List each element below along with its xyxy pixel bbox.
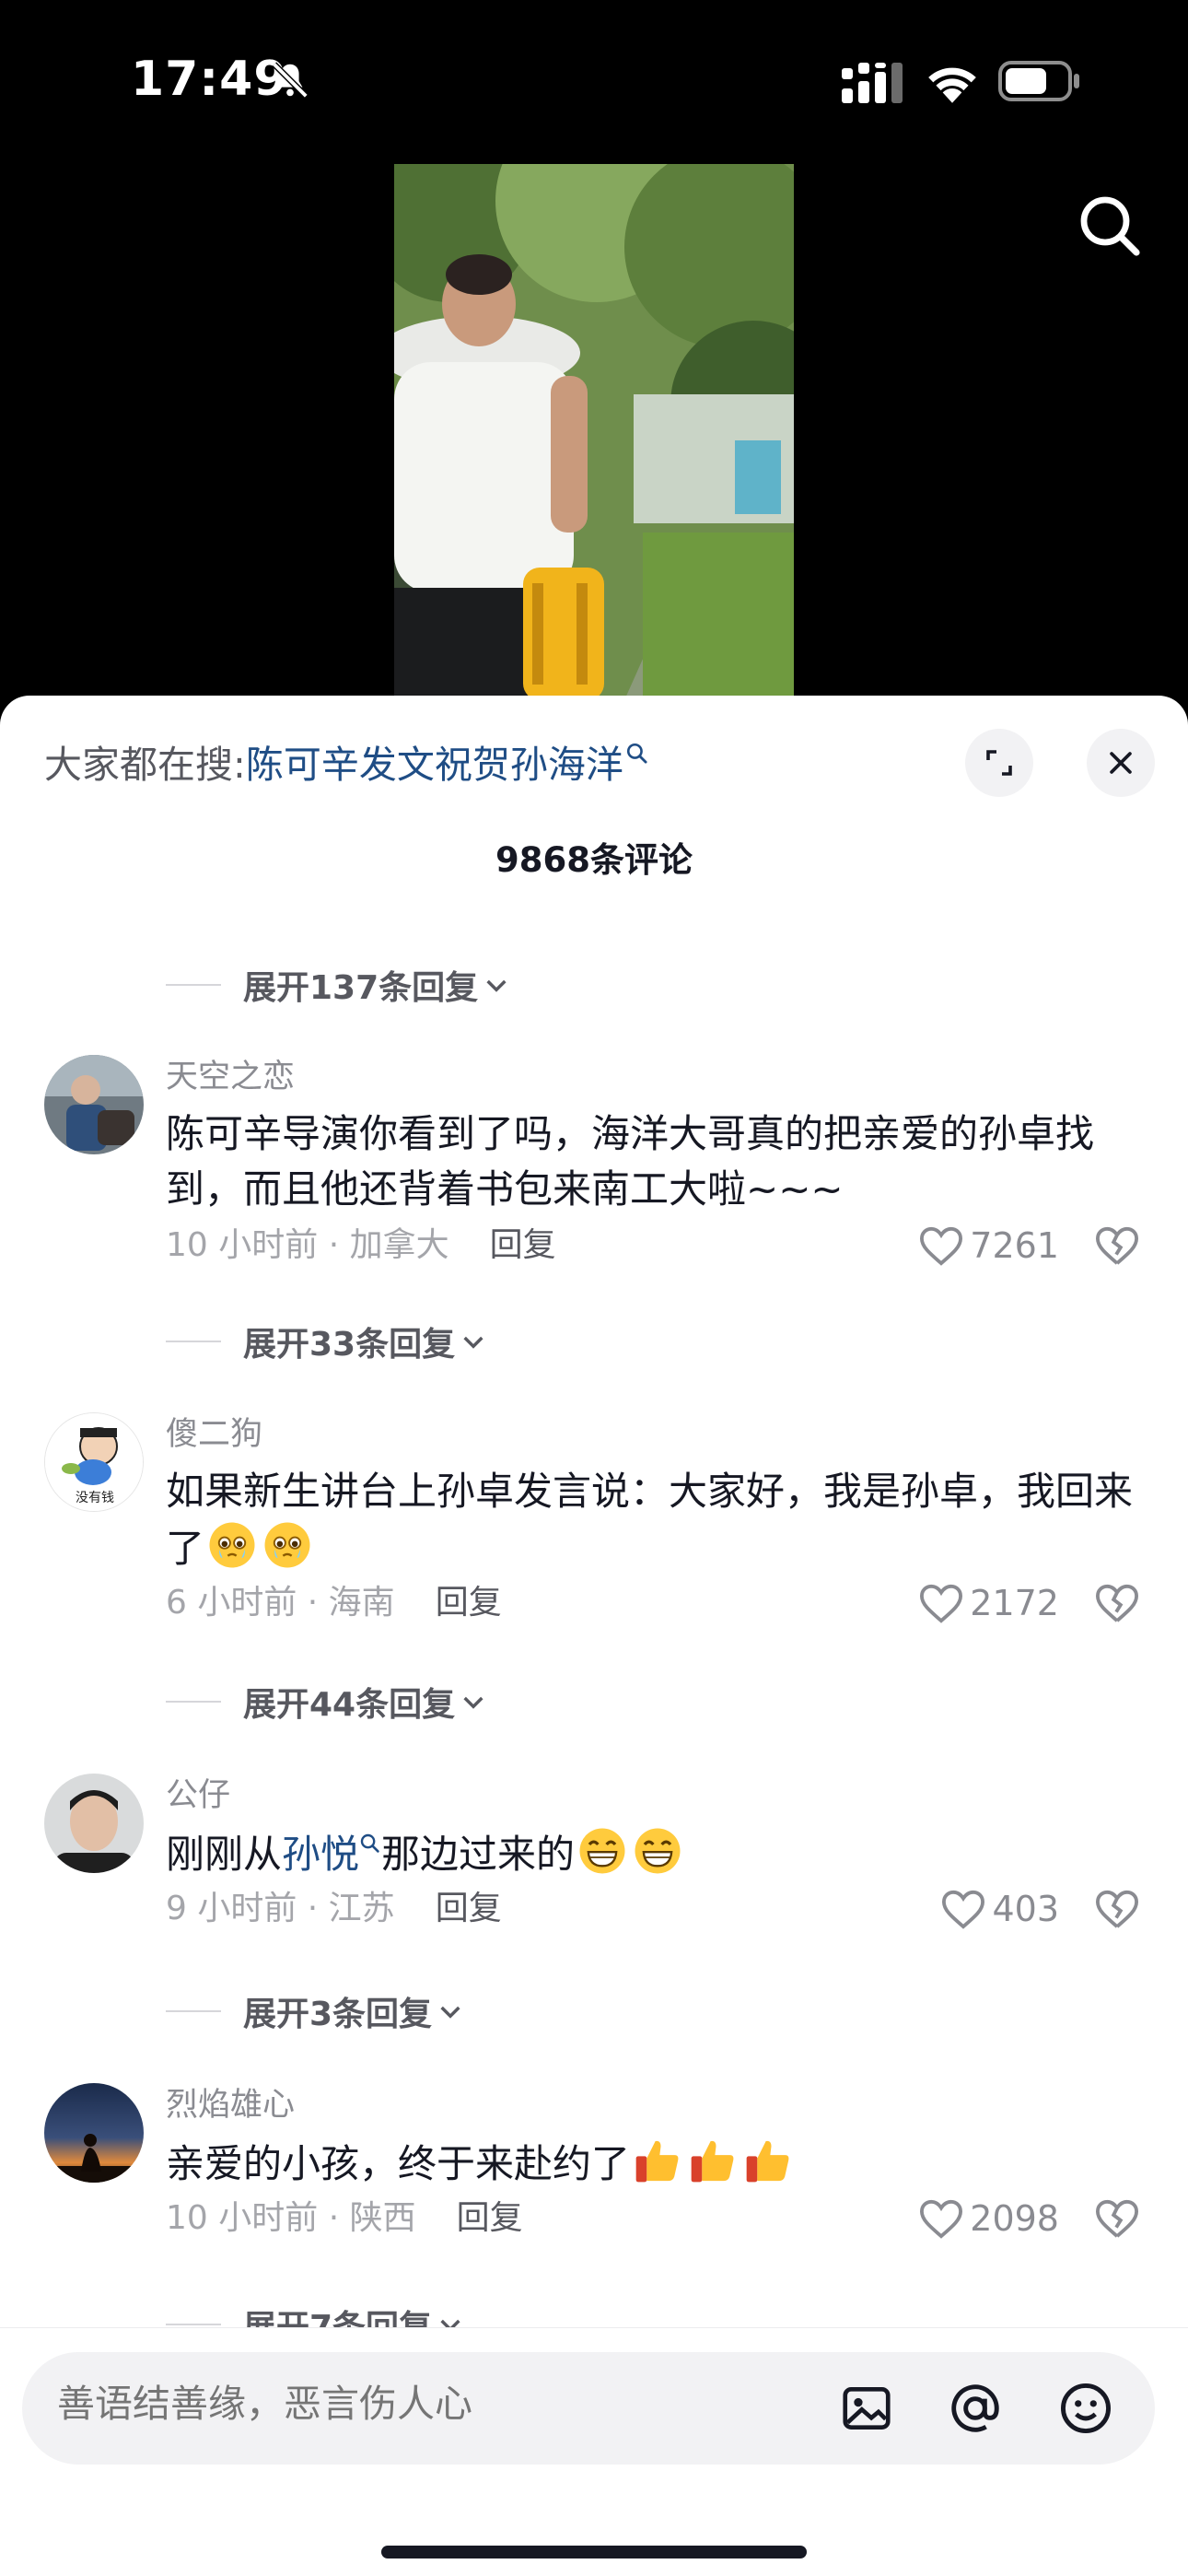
divider (166, 2010, 221, 2012)
wifi-icon (928, 67, 976, 103)
like-button[interactable]: 2172 (918, 1580, 1059, 1626)
chevron-down-icon (486, 979, 507, 992)
comment-username[interactable]: 公仔 (166, 1774, 230, 1818)
hot-search-banner[interactable]: 大家都在搜:陈可辛发文祝贺孙海洋 (44, 738, 649, 791)
reply-button[interactable]: 回复 (436, 1584, 502, 1622)
like-button[interactable]: 403 (940, 1886, 1059, 1932)
comment-input-container[interactable] (22, 2352, 1155, 2465)
comment-text: 如果新生讲台上孙卓发言说：大家好，我是孙卓，我回来了 (166, 1464, 1142, 1576)
comment-text-before: 刚刚从 (166, 1832, 283, 1877)
divider (166, 984, 221, 986)
at-icon[interactable] (947, 2380, 1004, 2437)
comment-text-after: 那边过来的 (381, 1832, 576, 1877)
avatar[interactable] (44, 2083, 144, 2183)
comment-meta: 6 小时前 · 海南 回复 (166, 1580, 502, 1626)
reply-button[interactable]: 回复 (457, 2199, 523, 2237)
like-count: 403 (992, 1889, 1059, 1929)
expand-replies-label: 展开3条回复 (243, 1996, 433, 2033)
close-icon (1110, 752, 1132, 774)
expand-icon (986, 750, 1012, 776)
avatar[interactable]: 没有钱 (44, 1412, 144, 1512)
reply-button[interactable]: 回复 (490, 1226, 556, 1264)
comment-time-location: 6 小时前 · 海南 (166, 1584, 395, 1622)
home-indicator (381, 2546, 807, 2558)
video-frame[interactable] (394, 164, 794, 700)
grin-emoji (635, 1828, 681, 1874)
heart-icon (920, 1584, 963, 1623)
comment-meta: 10 小时前 · 加拿大 回复 (166, 1223, 556, 1269)
expand-button[interactable] (965, 729, 1033, 797)
image-icon[interactable] (838, 2380, 895, 2437)
like-button[interactable]: 2098 (918, 2195, 1059, 2242)
battery-icon (998, 61, 1079, 101)
broken-heart-icon[interactable] (1094, 1888, 1140, 1930)
expand-replies-label: 展开137条回复 (243, 969, 479, 1007)
emoji-icon[interactable] (1057, 2380, 1114, 2437)
comment-meta: 9 小时前 · 江苏 回复 (166, 1886, 502, 1932)
expand-replies-button[interactable]: 展开44条回复 (166, 1676, 488, 1727)
signal-icon (842, 63, 903, 103)
broken-heart-icon[interactable] (1094, 2197, 1140, 2240)
chevron-down-icon (440, 2006, 460, 2019)
comment-text: 亲爱的小孩，终于来赴约了 (166, 2135, 1142, 2192)
search-icon (626, 743, 647, 764)
heart-icon (920, 1226, 963, 1266)
teary-eyes-emoji (209, 1522, 255, 1568)
reply-button[interactable]: 回复 (436, 1890, 502, 1927)
search-link[interactable]: 孙悦 (282, 1832, 359, 1877)
status-time: 17:49 (131, 52, 288, 107)
comment-time-location: 10 小时前 · 加拿大 (166, 1226, 449, 1264)
expand-replies-button[interactable]: 展开33条回复 (166, 1316, 488, 1367)
comment-text: 陈可辛导演你看到了吗，海洋大哥真的把亲爱的孙卓找到，而且他还背着书包来南工大啦~… (166, 1111, 1095, 1212)
expand-replies-button[interactable]: 展开137条回复 (166, 959, 511, 1011)
divider (166, 2324, 221, 2325)
video-player[interactable] (0, 157, 1188, 700)
avatar[interactable] (44, 1774, 144, 1873)
comment-username[interactable]: 天空之恋 (166, 1055, 295, 1099)
comment-meta: 10 小时前 · 陕西 回复 (166, 2195, 523, 2242)
comment-input[interactable] (57, 2382, 794, 2426)
grin-emoji (579, 1828, 625, 1874)
expand-replies-label: 展开33条回复 (243, 1326, 456, 1364)
expand-replies-button[interactable]: 展开3条回复 (166, 1985, 465, 2037)
heart-icon (920, 2199, 963, 2239)
broken-heart-icon[interactable] (1094, 1224, 1140, 1267)
close-button[interactable] (1087, 729, 1155, 797)
comment-text: 刚刚从孙悦 那边过来的 (166, 1825, 1142, 1882)
comment-time-location: 9 小时前 · 江苏 (166, 1890, 395, 1927)
divider (166, 1701, 221, 1703)
comment-count: 9868条评论 (495, 840, 693, 880)
video-thumbnail-image (394, 164, 794, 700)
avatar-caption: 没有钱 (76, 1491, 114, 1505)
search-icon[interactable] (1074, 190, 1147, 263)
comment-sheet: 大家都在搜:陈可辛发文祝贺孙海洋 9868条评论 展开137条回复 天空之恋 陈… (0, 696, 1188, 2576)
avatar[interactable] (44, 1055, 144, 1154)
thumbs-up-emoji (691, 2140, 734, 2183)
comment-username[interactable]: 烈焰雄心 (166, 2083, 295, 2127)
chevron-down-icon (463, 1336, 483, 1349)
bell-off-icon (272, 62, 309, 99)
heart-icon (942, 1890, 985, 1929)
thumbs-up-emoji (635, 2140, 679, 2183)
chevron-down-icon (463, 1696, 483, 1709)
divider (166, 1341, 221, 1342)
thumbs-up-emoji (746, 2140, 789, 2183)
hot-search-label: 大家都在搜: (44, 743, 246, 787)
hot-search-term[interactable]: 陈可辛发文祝贺孙海洋 (246, 743, 623, 787)
comment-input-bar (0, 2327, 1188, 2576)
teary-eyes-emoji (264, 1522, 310, 1568)
status-bar: 17:49 (0, 0, 1188, 157)
broken-heart-icon[interactable] (1094, 1582, 1140, 1624)
expand-replies-label: 展开44条回复 (243, 1686, 456, 1724)
comment-text-body: 亲爱的小孩，终于来赴约了 (166, 2141, 631, 2186)
like-count: 7261 (970, 1225, 1059, 1266)
comment-username[interactable]: 傻二狗 (166, 1412, 262, 1457)
comment-time-location: 10 小时前 · 陕西 (166, 2199, 416, 2237)
like-count: 2172 (970, 1583, 1059, 1623)
search-icon (360, 1833, 379, 1853)
like-count: 2098 (970, 2198, 1059, 2239)
like-button[interactable]: 7261 (918, 1223, 1059, 1269)
